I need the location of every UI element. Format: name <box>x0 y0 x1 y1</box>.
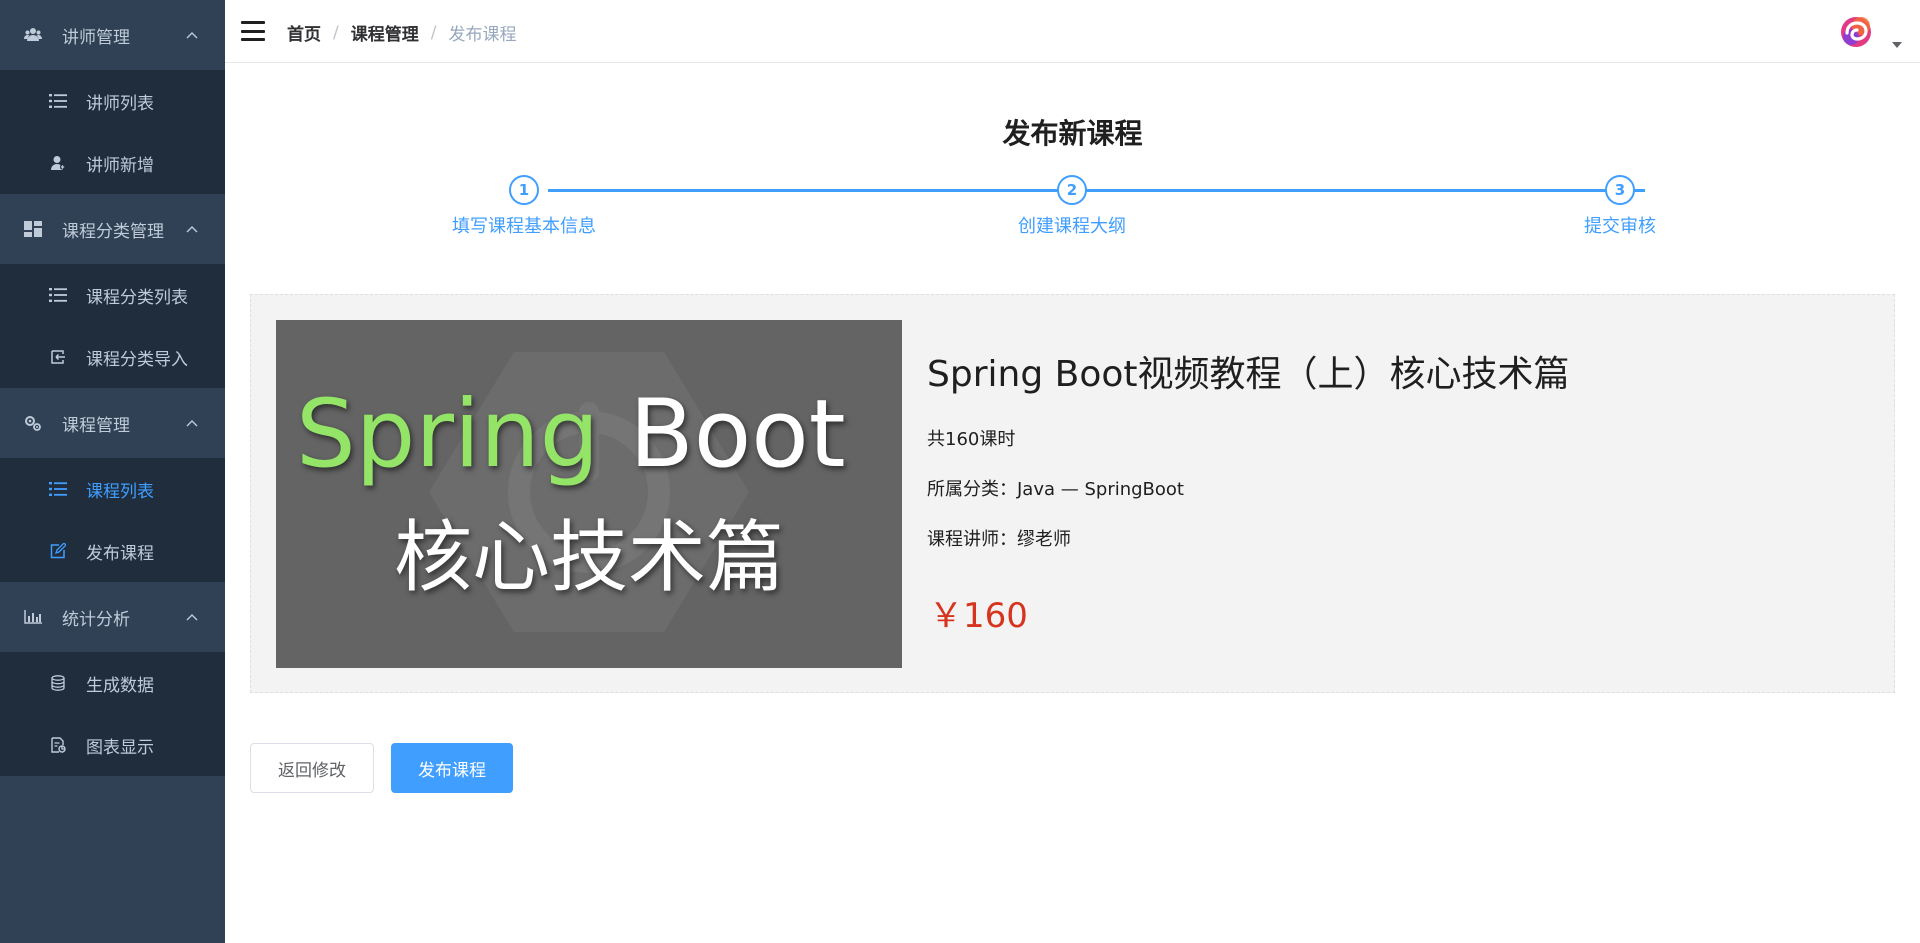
cover-headline: Spring Boot <box>296 380 846 490</box>
course-preview-card: Spring Boot 核心技术篇 Spring Boot视频教程（上）核心技术… <box>250 294 1895 693</box>
course-title: Spring Boot视频教程（上）核心技术篇 <box>927 354 1570 395</box>
sidebar-item-course-list[interactable]: 课程列表 <box>0 458 225 520</box>
sidebar-item-course-publish[interactable]: 发布课程 <box>0 520 225 582</box>
chart-doc-icon <box>48 735 68 755</box>
sidebar-item-generate-data[interactable]: 生成数据 <box>0 652 225 714</box>
cover-text-spring: Spring <box>296 380 600 489</box>
main-content: 发布新课程 1 填写课程基本信息 2 创建课程大纲 3 提交审核 Spring … <box>225 64 1920 943</box>
chevron-up-icon <box>185 222 199 236</box>
sidebar-item-label: 图表显示 <box>86 737 154 758</box>
edit-icon <box>48 541 68 561</box>
list-icon <box>48 479 68 499</box>
sidebar-item-label: 生成数据 <box>86 675 154 696</box>
sidebar-item-label: 课程分类列表 <box>86 287 188 308</box>
step-label: 填写课程基本信息 <box>452 216 596 237</box>
sidebar-group-label: 统计分析 <box>62 609 130 630</box>
dropdown-caret-icon[interactable] <box>1892 42 1902 48</box>
breadcrumb-separator: / <box>430 22 437 43</box>
cover-subtitle: 核心技术篇 <box>393 513 784 603</box>
sidebar-item-chart-display[interactable]: 图表显示 <box>0 714 225 776</box>
step-number: 1 <box>509 175 539 205</box>
sidebar-item-category-import[interactable]: 课程分类导入 <box>0 326 225 388</box>
submenu-statistics: 生成数据 图表显示 <box>0 652 225 776</box>
sidebar-group-label: 课程管理 <box>62 415 130 436</box>
app-root: 讲师管理 讲师列表 讲师新增 课程分类管理 课程分类列表 课程分类导入 课程管理… <box>0 0 1920 943</box>
step-1: 1 填写课程基本信息 <box>404 172 644 238</box>
step-2: 2 创建课程大纲 <box>952 172 1192 238</box>
avatar-logo-icon <box>1841 17 1871 47</box>
steps: 1 填写课程基本信息 2 创建课程大纲 3 提交审核 <box>225 172 1920 242</box>
step-label: 创建课程大纲 <box>1018 216 1126 237</box>
course-price: ￥160 <box>929 596 1028 636</box>
course-cover-image: Spring Boot 核心技术篇 <box>276 320 902 668</box>
gears-icon <box>22 412 44 434</box>
sidebar-item-teacher-list[interactable]: 讲师列表 <box>0 70 225 132</box>
chevron-up-icon <box>185 610 199 624</box>
dashboard-icon <box>22 218 44 240</box>
submenu-teacher: 讲师列表 讲师新增 <box>0 70 225 194</box>
breadcrumb-home[interactable]: 首页 <box>287 20 321 45</box>
back-edit-button[interactable]: 返回修改 <box>250 743 374 793</box>
bar-chart-icon <box>22 606 44 628</box>
breadcrumb-course-management[interactable]: 课程管理 <box>351 20 419 45</box>
users-icon <box>22 24 44 46</box>
user-add-icon <box>48 153 68 173</box>
sidebar-item-label: 讲师新增 <box>86 155 154 176</box>
breadcrumb-separator: / <box>333 22 339 43</box>
step-3: 3 提交审核 <box>1500 172 1740 238</box>
sidebar-item-category-list[interactable]: 课程分类列表 <box>0 264 225 326</box>
chevron-up-icon <box>185 416 199 430</box>
sidebar-group-label: 讲师管理 <box>62 27 130 48</box>
publish-course-button[interactable]: 发布课程 <box>391 743 513 793</box>
sidebar-item-label: 课程列表 <box>86 481 154 502</box>
course-teacher: 课程讲师：缪老师 <box>927 529 1071 550</box>
hamburger-menu-icon[interactable] <box>239 18 267 44</box>
sidebar-group-label: 课程分类管理 <box>62 221 164 242</box>
list-icon <box>48 285 68 305</box>
sidebar: 讲师管理 讲师列表 讲师新增 课程分类管理 课程分类列表 课程分类导入 课程管理… <box>0 0 225 943</box>
submenu-course: 课程列表 发布课程 <box>0 458 225 582</box>
sidebar-item-label: 讲师列表 <box>86 93 154 114</box>
step-label: 提交审核 <box>1584 216 1656 237</box>
step-number: 3 <box>1605 175 1635 205</box>
sidebar-item-label: 课程分类导入 <box>86 349 188 370</box>
course-lessons: 共160课时 <box>927 429 1016 450</box>
top-navbar: 首页 / 课程管理 / 发布课程 <box>225 0 1920 63</box>
chevron-up-icon <box>185 28 199 42</box>
sidebar-group-statistics[interactable]: 统计分析 <box>0 582 225 652</box>
sidebar-item-teacher-add[interactable]: 讲师新增 <box>0 132 225 194</box>
submenu-category: 课程分类列表 课程分类导入 <box>0 264 225 388</box>
sidebar-item-label: 发布课程 <box>86 543 154 564</box>
course-category: 所属分类：Java — SpringBoot <box>927 479 1184 500</box>
import-icon <box>48 347 68 367</box>
breadcrumb-current: 发布课程 <box>448 25 517 45</box>
sidebar-group-teacher[interactable]: 讲师管理 <box>0 0 225 70</box>
breadcrumb: 首页 / 课程管理 / 发布课程 <box>287 20 517 46</box>
list-icon <box>48 91 68 111</box>
page-title: 发布新课程 <box>1002 117 1143 150</box>
cover-text-boot: Boot <box>629 380 846 489</box>
step-number: 2 <box>1057 175 1087 205</box>
sidebar-group-course[interactable]: 课程管理 <box>0 388 225 458</box>
sidebar-group-category[interactable]: 课程分类管理 <box>0 194 225 264</box>
database-icon <box>48 673 68 693</box>
avatar[interactable] <box>1834 10 1878 54</box>
